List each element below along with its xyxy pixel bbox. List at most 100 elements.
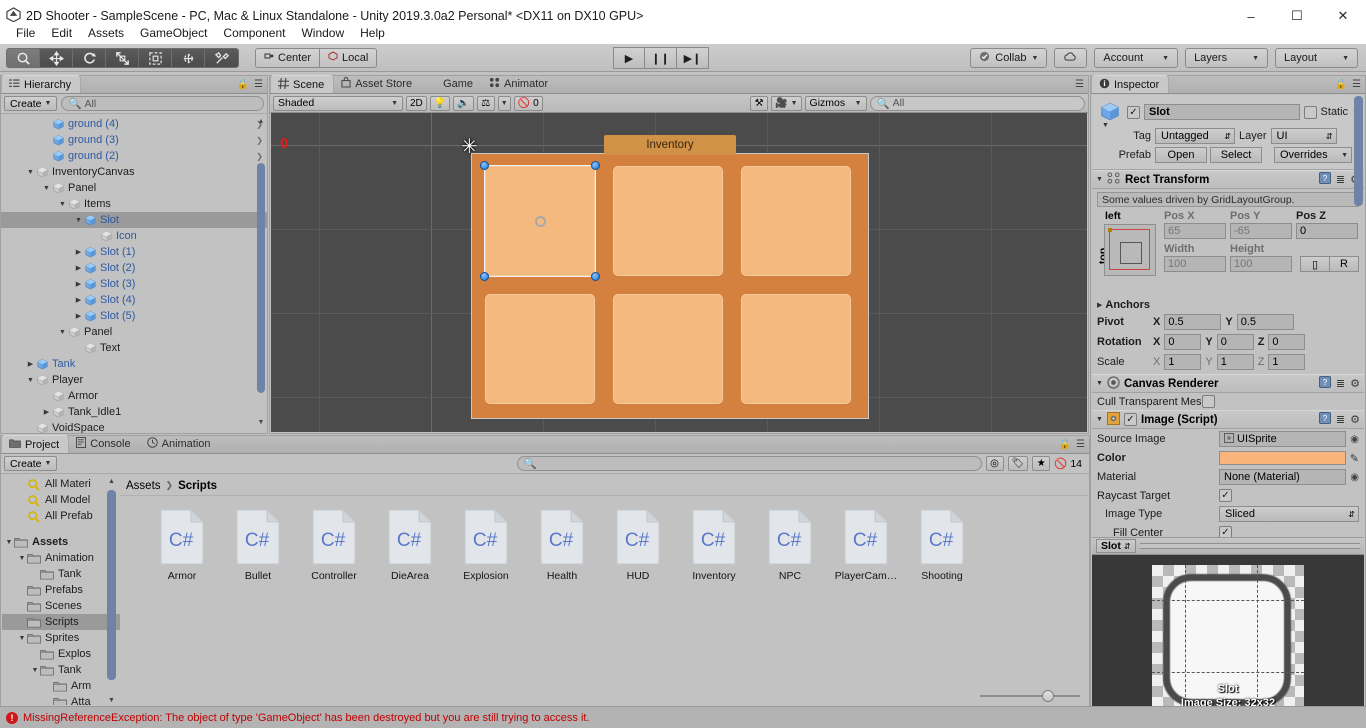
toggle-2d-button[interactable]: 2D [406, 95, 427, 111]
asset-item[interactable]: C# Inventory [676, 508, 752, 582]
project-folder-scripts[interactable]: Scripts [2, 614, 120, 630]
project-folder-atta[interactable]: Atta [2, 694, 120, 705]
breadcrumb-item-assets[interactable]: Assets [126, 480, 161, 492]
help-icon[interactable]: ? [1318, 412, 1331, 427]
project-folder-all-model[interactable]: All Model [2, 492, 120, 508]
rect-tool-icon[interactable] [139, 48, 172, 67]
project-folder-explos[interactable]: Explos [2, 646, 120, 662]
hierarchy-item-slot-2[interactable]: ▶Slot (2)❯ [1, 260, 267, 276]
tab-inspector[interactable]: Inspector [1091, 75, 1170, 93]
pivot-handle[interactable] [535, 216, 546, 227]
zoom-slider-knob[interactable] [1042, 690, 1054, 702]
image-script-enabled-checkbox[interactable]: ✓ [1123, 413, 1137, 426]
hierarchy-item-items[interactable]: ▼ Items [1, 196, 267, 212]
tab-animator[interactable]: Animator [482, 75, 557, 93]
lock-icon[interactable]: 🔒 [1059, 439, 1071, 450]
cloud-button[interactable] [1054, 48, 1088, 68]
scene-search-input[interactable]: 🔍 All [869, 95, 1086, 111]
panel-menu-icon[interactable]: ☰ [254, 79, 263, 90]
transform-tool-icon[interactable] [172, 48, 205, 67]
menu-item-component[interactable]: Component [215, 24, 293, 42]
gameobject-enabled-checkbox[interactable]: ✓ [1127, 105, 1140, 119]
hierarchy-item-tank-idle1[interactable]: ▶ Tank_Idle1 [1, 404, 267, 420]
menu-item-assets[interactable]: Assets [80, 24, 132, 42]
pos-y-input[interactable]: -65 [1230, 223, 1292, 239]
twirl-icon[interactable]: ▼ [17, 635, 27, 642]
menu-item-window[interactable]: Window [293, 24, 352, 42]
asset-item[interactable]: C# NPC [752, 508, 828, 582]
project-folder-assets[interactable]: ▼ Assets [2, 534, 120, 550]
hierarchy-item-icon[interactable]: Icon [1, 228, 267, 244]
selection-handle[interactable] [480, 272, 489, 281]
tab-scene[interactable]: Scene [270, 75, 335, 93]
twirl-icon[interactable]: ▼ [73, 217, 84, 224]
breadcrumb-item-scripts[interactable]: Scripts [178, 480, 217, 492]
hierarchy-scrollbar[interactable]: ▲ ▼ [256, 118, 266, 429]
scroll-up-arrow[interactable]: ▲ [107, 478, 116, 485]
step-button[interactable]: ▶❙ [677, 47, 709, 69]
hierarchy-create-button[interactable]: Create ▼ [4, 96, 58, 111]
height-input[interactable]: 100 [1230, 256, 1292, 272]
hidden-objects-toggle[interactable]: 🚫 0 [513, 95, 543, 111]
scroll-down-arrow[interactable]: ▼ [107, 697, 116, 704]
selection-handle[interactable] [591, 272, 600, 281]
foldout-icon[interactable]: ▼ [1096, 380, 1103, 387]
project-search-input[interactable]: 🔍 [516, 456, 982, 471]
prefab-overrides-dropdown[interactable]: Overrides ▼ [1274, 147, 1352, 163]
hand-tool-icon[interactable] [7, 48, 40, 67]
hierarchy-item-text[interactable]: Text [1, 340, 267, 356]
asset-item[interactable]: C# Armor [144, 508, 220, 582]
layer-dropdown[interactable]: UI ⇵ [1270, 128, 1337, 144]
fx-icon[interactable]: ⚖ [476, 95, 495, 111]
prefab-select-button[interactable]: Select [1210, 147, 1262, 163]
project-folder-animation[interactable]: ▼ Animation [2, 550, 120, 566]
cull-transparent-checkbox[interactable] [1201, 395, 1215, 408]
panel-menu-icon[interactable]: ☰ [1075, 79, 1084, 90]
asset-item[interactable]: C# Explosion [448, 508, 524, 582]
anchor-preset-widget[interactable] [1104, 224, 1156, 276]
hierarchy-search-input[interactable]: 🔍 All [61, 96, 264, 111]
canvas-renderer-header[interactable]: ▼ Canvas Renderer ? ≣ ⚙ [1092, 374, 1364, 393]
menu-item-file[interactable]: File [8, 24, 43, 42]
scene-viewport[interactable]: 0 Inventory ✳ [271, 113, 1087, 432]
status-bar[interactable]: ! MissingReferenceException: The object … [0, 706, 1366, 728]
lock-icon[interactable]: 🔒 [237, 79, 249, 90]
lock-icon[interactable]: 🔒 [1335, 79, 1347, 90]
preset-icon[interactable]: ≣ [1336, 413, 1345, 426]
pivot-y-input[interactable]: 0.5 [1236, 314, 1294, 330]
hierarchy-item-panel[interactable]: ▼ Panel [1, 180, 267, 196]
anchors-foldout[interactable]: ▶ Anchors [1092, 298, 1364, 312]
rotation-y-input[interactable]: 0 [1216, 334, 1254, 350]
menu-item-edit[interactable]: Edit [43, 24, 80, 42]
custom-tool-icon[interactable] [205, 48, 238, 67]
project-folder-tank[interactable]: ▼ Tank [2, 662, 120, 678]
gizmos-dropdown[interactable]: Gizmos ▼ [804, 95, 867, 111]
panel-menu-icon[interactable]: ☰ [1076, 439, 1085, 450]
hierarchy-item-slot-4[interactable]: ▶Slot (4)❯ [1, 292, 267, 308]
static-checkbox[interactable] [1303, 105, 1317, 119]
asset-item[interactable]: C# PlayerCam… [828, 508, 904, 582]
hierarchy-item-slot-3[interactable]: ▶Slot (3)❯ [1, 276, 267, 292]
tag-dropdown[interactable]: Untagged ⇵ [1155, 128, 1235, 144]
rotation-z-input[interactable]: 0 [1268, 334, 1306, 350]
scale-z-input[interactable]: 1 [1268, 354, 1306, 370]
favorite-icon[interactable]: ★ [1032, 456, 1051, 471]
hierarchy-item-tank[interactable]: ▶Tank❯ [1, 356, 267, 372]
shading-mode-dropdown[interactable]: Shaded ▼ [273, 95, 403, 111]
twirl-icon[interactable]: ▼ [25, 169, 36, 176]
pivot-mode-button[interactable]: Center [255, 47, 321, 68]
scene-camera-icon[interactable]: 🎥 ▼ [771, 95, 802, 111]
layers-button[interactable]: Layers ▼ [1185, 48, 1269, 68]
lighting-icon[interactable]: 💡 [429, 95, 451, 111]
pos-x-input[interactable]: 65 [1164, 223, 1226, 239]
scale-y-input[interactable]: 1 [1216, 354, 1254, 370]
twirl-icon[interactable]: ▼ [4, 539, 14, 546]
scale-x-input[interactable]: 1 [1164, 354, 1202, 370]
color-swatch[interactable] [1219, 451, 1346, 465]
project-create-button[interactable]: Create ▼ [4, 456, 58, 471]
hierarchy-item-slot[interactable]: ▼Slot❯ [1, 212, 267, 228]
menu-item-gameobject[interactable]: GameObject [132, 24, 215, 42]
scale-tool-icon[interactable] [106, 48, 139, 67]
project-folder-prefabs[interactable]: Prefabs [2, 582, 120, 598]
project-hidden-toggle[interactable]: 🚫 14 [1054, 457, 1082, 471]
